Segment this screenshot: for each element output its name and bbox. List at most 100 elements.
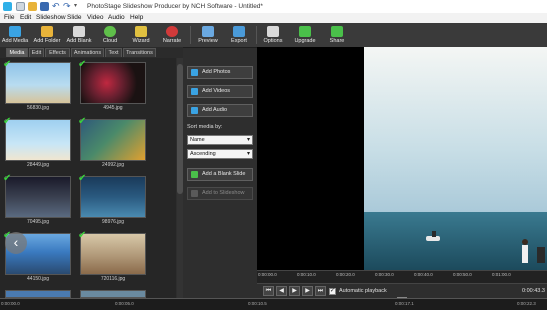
media-thumbnail	[5, 119, 71, 161]
media-thumbnail	[80, 62, 146, 104]
menu-help[interactable]: Help	[130, 14, 143, 21]
sort-order-select[interactable]: Ascending ▾	[187, 149, 253, 159]
media-thumbnail	[5, 290, 71, 298]
skip-start-button[interactable]: ⏮	[263, 286, 274, 296]
media-filename: 70495.jpg	[27, 219, 49, 225]
preview-scene	[364, 47, 547, 270]
playback-bar: ⏮ ◀ ▶ ▶ ⏭ ✓ Automatic playback 0:00:43.3	[257, 283, 547, 299]
media-item[interactable]: ✔ 70495.jpg	[3, 173, 71, 228]
quick-access-dropdown-icon[interactable]: ▾	[74, 2, 83, 11]
add-media-label: Add Media	[1, 38, 29, 44]
checkmark-icon: ✔	[3, 173, 12, 184]
timeline-tick: 0:00:30.0	[375, 272, 394, 277]
step-back-icon: ◀	[279, 288, 284, 294]
add-blank-button[interactable]: Add Blank	[64, 23, 94, 47]
photo-icon	[191, 69, 198, 76]
share-icon	[331, 26, 343, 37]
timeline-tick: 0:01:00.0	[492, 272, 511, 277]
cloud-button[interactable]: Cloud	[95, 23, 125, 47]
add-blank-slide-button[interactable]: Add a Blank Slide	[187, 168, 253, 181]
wizard-icon	[135, 26, 147, 37]
options-button[interactable]: Options	[258, 23, 288, 47]
checkmark-icon: ✔	[78, 59, 87, 70]
media-item[interactable]: ✔ 98976.jpg	[78, 173, 146, 228]
add-to-slideshow-button[interactable]: Add to Slideshow	[187, 187, 253, 200]
add-photos-button[interactable]: Add Photos	[187, 66, 253, 79]
toolbar-separator	[256, 26, 257, 44]
checkmark-icon: ✔	[3, 116, 12, 127]
add-audio-button[interactable]: Add Audio	[187, 104, 253, 117]
checkmark-icon: ✔	[78, 116, 87, 127]
toolbar-separator	[190, 26, 191, 44]
media-item[interactable]: ✔ 4945.jpg	[78, 59, 146, 114]
upgrade-button[interactable]: Upgrade	[289, 23, 321, 47]
tab-transitions[interactable]: Transitions	[123, 48, 156, 57]
add-folder-button[interactable]: Add Folder	[31, 23, 63, 47]
video-icon	[191, 88, 198, 95]
automatic-playback-checkbox[interactable]: ✓	[329, 288, 336, 295]
add-blank-icon	[73, 26, 85, 37]
menu-slide[interactable]: Slide	[67, 14, 81, 21]
preview-letterbox	[257, 47, 364, 270]
tab-effects[interactable]: Effects	[45, 48, 70, 57]
menu-slideshow[interactable]: Slideshow	[36, 14, 66, 21]
blank-slide-icon	[191, 171, 198, 178]
media-filename: 720116.jpg	[100, 276, 126, 282]
slideshow-timeline-ruler[interactable]: 0:00:00.0 0:00:05.0 0:00:10.5 0:00:17.1 …	[0, 298, 547, 310]
ruler-tick: 0:00:22.3	[517, 301, 536, 306]
media-item[interactable]	[5, 290, 71, 298]
media-item[interactable]	[80, 290, 146, 298]
undo-icon[interactable]: ↶	[52, 2, 61, 11]
menu-video[interactable]: Video	[87, 14, 104, 21]
preview-button[interactable]: Preview	[193, 23, 223, 47]
share-button[interactable]: Share	[322, 23, 352, 47]
add-audio-label: Add Audio	[202, 107, 228, 113]
title-bar: ↶ ↷ ▾ PhotoStage Slideshow Producer by N…	[0, 0, 547, 13]
tab-edit[interactable]: Edit	[29, 48, 44, 57]
skip-end-button[interactable]: ⏭	[315, 286, 326, 296]
wizard-button[interactable]: Wizard	[126, 23, 156, 47]
person-shape	[522, 245, 528, 263]
step-back-button[interactable]: ◀	[276, 286, 287, 296]
play-button[interactable]: ▶	[289, 286, 300, 296]
timeline-tick: 0:00:10.0	[297, 272, 316, 277]
media-thumbnail	[80, 290, 146, 298]
media-item[interactable]: ✔ 56830.jpg	[3, 59, 71, 114]
media-thumbnail	[5, 176, 71, 218]
save-icon[interactable]	[40, 2, 49, 11]
tab-animations[interactable]: Animations	[71, 48, 104, 57]
tab-text[interactable]: Text	[105, 48, 122, 57]
menu-edit[interactable]: Edit	[20, 14, 31, 21]
add-media-icon	[9, 26, 21, 37]
redo-icon[interactable]: ↷	[63, 2, 72, 11]
add-videos-button[interactable]: Add Videos	[187, 85, 253, 98]
skip-end-icon: ⏭	[317, 288, 324, 294]
export-icon	[233, 26, 245, 37]
timeline-tick: 0:00:50.0	[453, 272, 472, 277]
chevron-left-icon: ‹	[13, 234, 19, 250]
new-icon[interactable]	[16, 2, 25, 11]
ruler-tick: 0:00:05.0	[115, 301, 134, 306]
menu-bar: File Edit Slideshow Slide Video Audio He…	[0, 13, 547, 23]
timeline-ruler[interactable]: 0:00:00.0 0:00:10.0 0:00:20.0 0:00:30.0 …	[257, 270, 547, 284]
open-folder-icon[interactable]	[28, 2, 37, 11]
cloud-icon	[104, 26, 116, 37]
wizard-label: Wizard	[132, 38, 150, 44]
narrate-button[interactable]: Narrate	[157, 23, 187, 47]
media-list[interactable]: ✔ 56830.jpg ✔ 4945.jpg ✔ 28449.jpg ✔ 249…	[0, 58, 176, 298]
menu-file[interactable]: File	[4, 14, 14, 21]
ruler-tick: 0:00:10.5	[248, 301, 267, 306]
media-thumbnail	[80, 176, 146, 218]
sort-by-select[interactable]: Name ▾	[187, 135, 253, 145]
add-media-button[interactable]: Add Media	[0, 23, 30, 47]
checkmark-icon: ✔	[78, 230, 87, 241]
scroll-left-button[interactable]: ‹	[5, 232, 27, 254]
menu-audio[interactable]: Audio	[108, 14, 125, 21]
tab-media[interactable]: Media	[6, 48, 28, 57]
step-forward-button[interactable]: ▶	[302, 286, 313, 296]
media-item[interactable]: ✔ 28449.jpg	[3, 116, 71, 171]
timeline-tick: 0:00:00.0	[258, 272, 277, 277]
media-item[interactable]: ✔ 24992.jpg	[78, 116, 146, 171]
export-button[interactable]: Export	[224, 23, 254, 47]
media-item[interactable]: ✔ 720116.jpg	[78, 230, 146, 285]
